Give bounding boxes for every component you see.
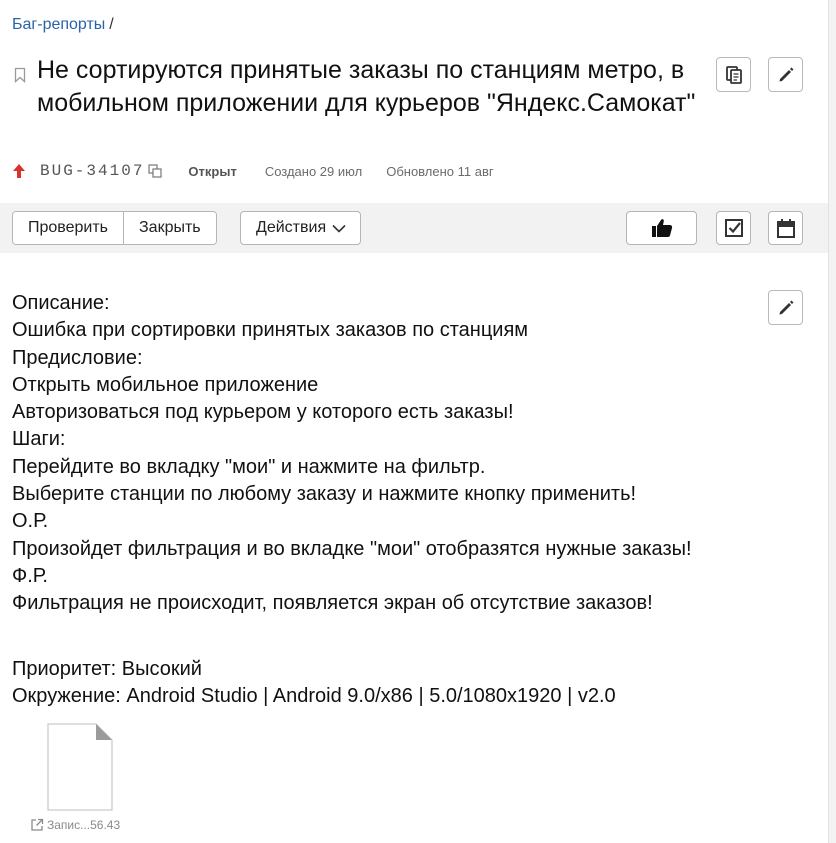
calendar-icon bbox=[776, 219, 795, 238]
verify-button[interactable]: Проверить bbox=[13, 212, 124, 244]
scrollbar[interactable] bbox=[828, 0, 836, 843]
created-date: Создано 29 июл bbox=[264, 163, 363, 179]
breadcrumb: Баг-репорты / bbox=[12, 16, 114, 34]
pencil-icon bbox=[779, 300, 793, 314]
checklist-button[interactable] bbox=[716, 211, 751, 245]
issue-title: Не сортируются принятые заказы по станци… bbox=[37, 56, 696, 117]
bookmark-icon[interactable] bbox=[14, 67, 26, 83]
breadcrumb-separator: / bbox=[109, 16, 114, 33]
pencil-icon bbox=[779, 67, 793, 81]
description-line: Произойдет фильтрация и во вкладке "мои"… bbox=[12, 537, 692, 560]
description-line: Перейдите во вкладку "мои" и нажмите на … bbox=[12, 455, 486, 478]
edit-title-button[interactable] bbox=[768, 57, 803, 92]
like-button[interactable] bbox=[626, 211, 697, 245]
status-badge[interactable]: Открыт bbox=[188, 164, 236, 179]
thumbs-up-icon bbox=[651, 219, 672, 237]
description-line: Фильтрация не происходит, появляется экр… bbox=[12, 592, 653, 615]
breadcrumb-link-bug-reports[interactable]: Баг-репорты bbox=[12, 16, 105, 33]
actions-dropdown[interactable]: Действия bbox=[240, 211, 362, 245]
actions-label: Действия bbox=[256, 219, 327, 236]
description-line: Описание: bbox=[12, 292, 110, 314]
external-link-icon bbox=[31, 818, 44, 831]
description-line: Ошибка при сортировки принятых заказов п… bbox=[12, 319, 529, 342]
copy-button[interactable] bbox=[716, 57, 751, 92]
copy-icon bbox=[725, 65, 742, 84]
environment-field: Окружение: Android Studio | Android 9.0/… bbox=[12, 685, 616, 707]
description-line: Предисловие: bbox=[12, 346, 143, 369]
description-line: Открыть мобильное приложение bbox=[12, 373, 319, 396]
description-line: Шаги: bbox=[12, 428, 66, 451]
issue-key[interactable]: BUG-34107 bbox=[40, 162, 144, 180]
arrow-up-icon bbox=[13, 164, 25, 178]
transition-button-group: Проверить Закрыть bbox=[12, 211, 217, 245]
description-line: О.Р. bbox=[12, 510, 49, 533]
description-line: Авторизоваться под курьером у которого е… bbox=[12, 401, 514, 424]
chevron-down-icon bbox=[332, 224, 346, 233]
description-line: Выберите станции по любому заказу и нажм… bbox=[12, 483, 637, 506]
attachment-name: Запис...56.43 bbox=[47, 818, 121, 832]
checkbox-icon bbox=[724, 219, 743, 237]
attachment[interactable]: Запис...56.43 bbox=[30, 723, 140, 838]
priority-field: Приоритет: Высокий bbox=[12, 658, 202, 680]
file-icon bbox=[47, 723, 113, 811]
attachment-link[interactable]: Запис...56.43 bbox=[30, 818, 120, 832]
copy-icon[interactable] bbox=[148, 164, 163, 178]
close-button[interactable]: Закрыть bbox=[123, 212, 216, 244]
issue-toolbar: Проверить Закрыть Действия bbox=[0, 203, 828, 253]
edit-description-button[interactable] bbox=[768, 290, 803, 325]
issue-meta: BUG-34107 Открыт Создано 29 июл Обновлен… bbox=[12, 160, 494, 182]
calendar-button[interactable] bbox=[768, 211, 803, 245]
issue-fields: Приоритет: Высокий Окружение: Android St… bbox=[12, 656, 616, 710]
description-line: Ф.Р. bbox=[12, 564, 48, 587]
updated-date: Обновлено 11 авг bbox=[386, 163, 494, 179]
description: Описание: Ошибка при сортировки принятых… bbox=[12, 290, 752, 618]
